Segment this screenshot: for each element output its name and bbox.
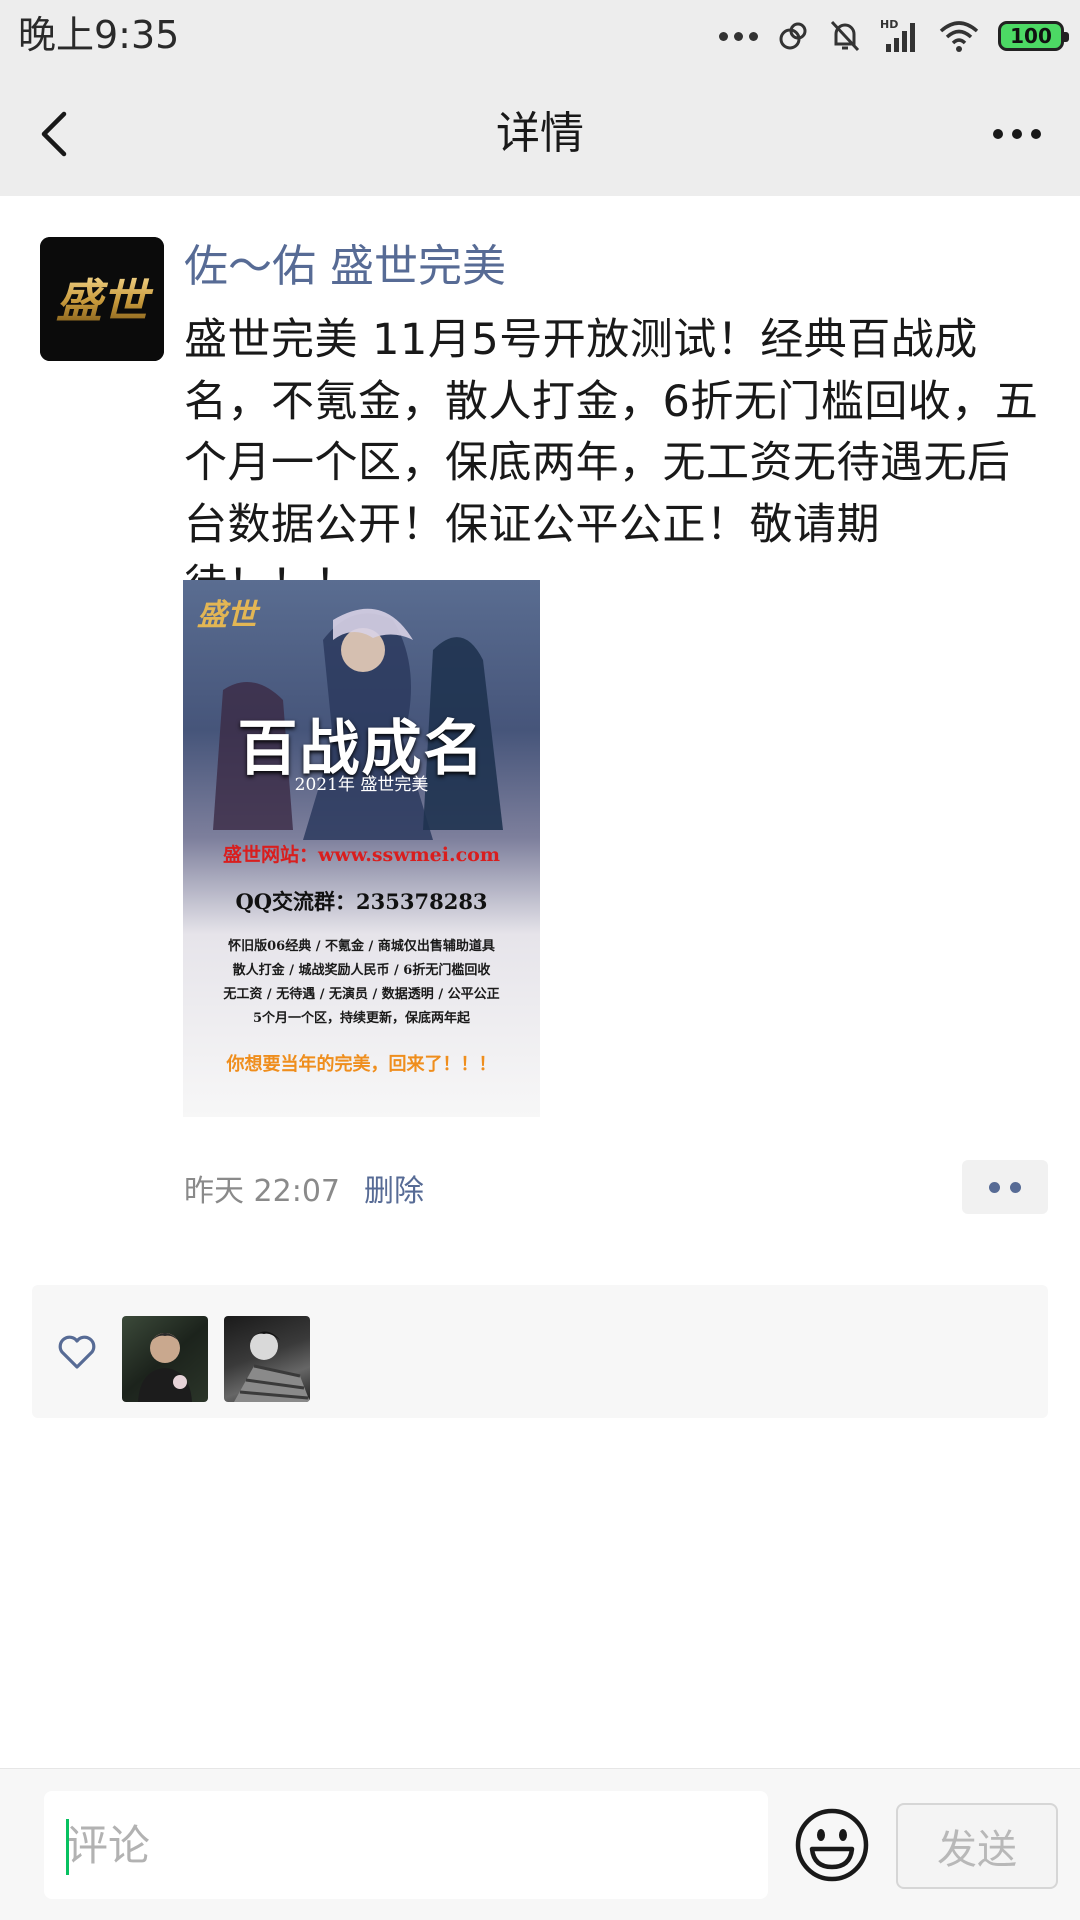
wifi-icon [939,21,979,52]
author-avatar[interactable]: 盛世 [40,237,164,361]
title-bar: 详情 [0,72,1080,196]
liker-avatar[interactable] [122,1316,208,1402]
heart-outline-icon [58,1335,96,1369]
post-image[interactable]: 盛世 百战成名 2021年 盛世完美 盛世网站：www.sswmei.com Q… [183,580,540,1117]
post-text: 盛世完美 11月5号开放测试！经典百战成名，不氪金，散人打金，6折无门槛回收，五… [184,315,1039,611]
battery-level: 100 [1010,24,1052,48]
send-button[interactable]: 发送 [896,1803,1058,1889]
likes-panel [32,1285,1048,1418]
poster-slogan: 你想要当年的完美，回来了！！！ [226,1054,497,1075]
signal-icon: HD [880,18,915,52]
status-bar: 晚上9:35 HD 100 [0,0,1080,72]
emoji-button[interactable] [792,1805,872,1885]
page-title: 详情 [496,108,584,159]
poster-line: 无工资 / 无待遇 / 无演员 / 数据透明 / 公平公正 [223,987,500,1002]
status-time: 晚上9:35 [18,13,180,57]
more-dots-icon [719,31,758,41]
mute-bell-icon [830,20,860,52]
poster-logo: 盛世 [197,598,257,633]
comment-input[interactable] [44,1791,768,1899]
comment-bar: 发送 [0,1768,1080,1920]
battery-icon: 100 [998,21,1069,51]
text-caret [66,1819,69,1875]
shengshi-logo-icon: 盛世 [40,237,164,361]
poster-qq: QQ交流群：235378283 [235,889,488,914]
comment-like-dots-icon [989,1181,1000,1193]
more-horizontal-icon [993,129,1003,139]
liker-avatar[interactable] [224,1316,310,1402]
signal-badge: HD [880,18,898,31]
delete-link[interactable]: 删除 [364,1172,424,1212]
more-options-button[interactable] [982,108,1052,160]
post-time: 昨天 22:07 [184,1174,340,1209]
link-icon [779,22,807,50]
author-name[interactable]: 佐～佑 盛世完美 [184,240,506,294]
comment-like-button[interactable] [962,1160,1048,1214]
person-photo-icon [138,1333,192,1402]
poster-year: 2021年 盛世完美 [294,775,429,795]
status-icons: HD 100 [719,14,1069,58]
smiley-face-icon [795,1808,869,1882]
poster-line: 怀旧版06经典 / 不氪金 / 商城仅出售辅助道具 [228,939,495,954]
poster-line: 5个月一个区，持续更新，保底两年起 [252,1011,471,1026]
poster-line: 散人打金 / 城战奖励人民币 / 6折无门槛回收 [232,963,491,978]
poster-site: 盛世网站：www.sswmei.com [223,844,500,866]
svg-text:盛世: 盛世 [56,274,154,328]
person-photo-icon [234,1331,310,1402]
